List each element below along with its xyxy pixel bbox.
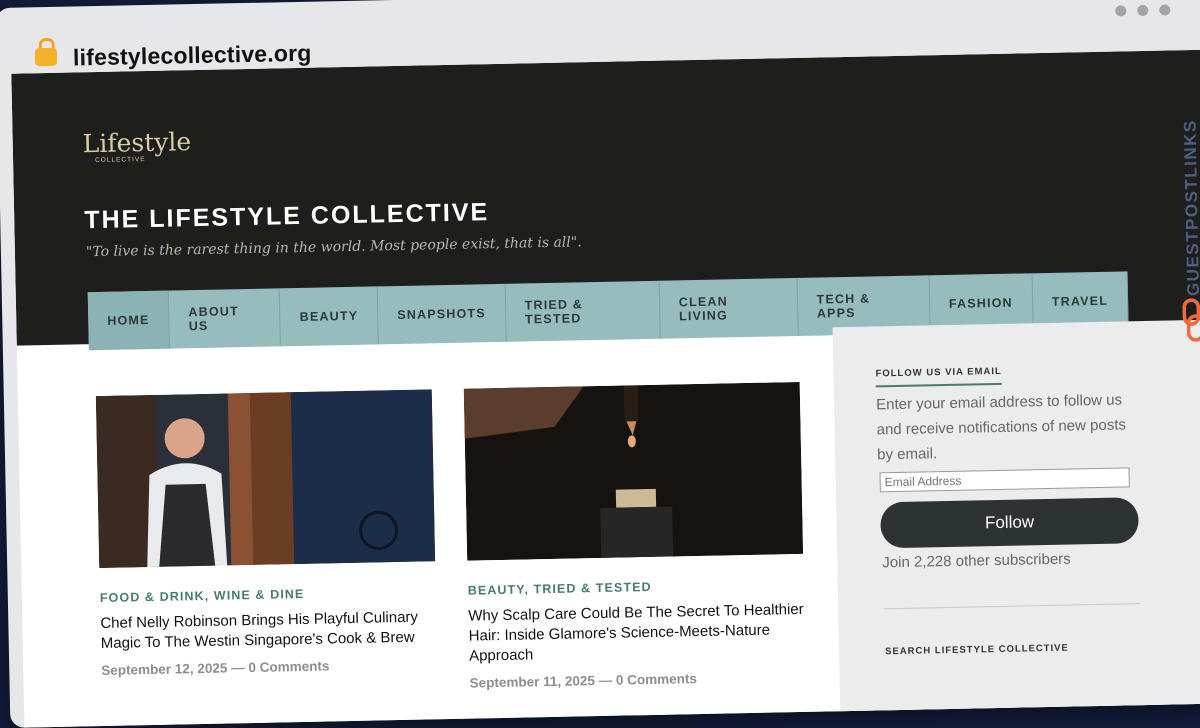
- post-categories[interactable]: FOOD & DRINK, WINE & DINE: [100, 584, 436, 605]
- nav-item-home[interactable]: HOME: [87, 290, 171, 351]
- url-text[interactable]: lifestylecollective.org: [73, 40, 312, 72]
- subscriber-count: Join 2,228 other subscribers: [882, 550, 1071, 572]
- lock-icon: [34, 37, 58, 68]
- search-heading: SEARCH LIFESTYLE COLLECTIVE: [884, 642, 1069, 658]
- post-card[interactable]: FOOD & DRINK, WINE & DINE Chef Nelly Rob…: [95, 389, 438, 678]
- post-card[interactable]: BEAUTY, TRIED & TESTED Why Scalp Care Co…: [463, 381, 806, 691]
- webpage: Lifestyle COLLECTIVE THE LIFESTYLE COLLE…: [11, 49, 1200, 728]
- follow-button[interactable]: Follow: [880, 497, 1139, 549]
- sidebar: FOLLOW US VIA EMAIL Enter your email add…: [832, 319, 1200, 728]
- post-thumbnail-serum[interactable]: [463, 381, 804, 561]
- nav-item-tried-tested[interactable]: TRIED & TESTED: [505, 280, 661, 342]
- window-dot-icon[interactable]: [1115, 5, 1127, 17]
- post-meta[interactable]: September 11, 2025 — 0 Comments: [469, 669, 805, 691]
- post-categories[interactable]: BEAUTY, TRIED & TESTED: [468, 577, 804, 598]
- watermark-badge: GUESTPOSTLINKS: [1165, 36, 1200, 342]
- nav-item-about-us[interactable]: ABOUT US: [169, 288, 282, 349]
- site-header: Lifestyle COLLECTIVE THE LIFESTYLE COLLE…: [11, 49, 1200, 351]
- window-dot-icon[interactable]: [1159, 4, 1171, 16]
- logo-wordmark: Lifestyle: [82, 127, 191, 158]
- post-meta[interactable]: September 12, 2025 — 0 Comments: [101, 656, 437, 678]
- window-dot-icon[interactable]: [1137, 4, 1149, 17]
- post-title[interactable]: Chef Nelly Robinson Brings His Playful C…: [100, 607, 437, 654]
- post-title[interactable]: Why Scalp Care Could Be The Secret To He…: [468, 600, 805, 667]
- sidebar-description: Enter your email address to follow us an…: [875, 391, 1127, 464]
- email-field[interactable]: [879, 467, 1130, 493]
- logo-subtext: COLLECTIVE: [95, 156, 146, 164]
- window-controls: [1104, 2, 1171, 21]
- site-tagline: "To live is the rarest thing in the worl…: [85, 234, 582, 261]
- post-thumbnail-chef[interactable]: [95, 389, 436, 569]
- nav-item-clean-living[interactable]: CLEAN LIVING: [659, 277, 799, 339]
- nav-item-beauty[interactable]: BEAUTY: [280, 286, 379, 347]
- site-title[interactable]: THE LIFESTYLE COLLECTIVE: [84, 198, 489, 235]
- nav-item-snapshots[interactable]: SNAPSHOTS: [377, 283, 507, 345]
- divider: [884, 603, 1141, 610]
- watermark-text: GUESTPOSTLINKS: [1180, 119, 1200, 297]
- site-logo[interactable]: Lifestyle COLLECTIVE: [82, 124, 207, 170]
- sidebar-heading: FOLLOW US VIA EMAIL: [875, 365, 1003, 388]
- browser-window: lifestylecollective.org Lifestyle COLLEC…: [0, 0, 1200, 728]
- link-icon: [1182, 298, 1200, 342]
